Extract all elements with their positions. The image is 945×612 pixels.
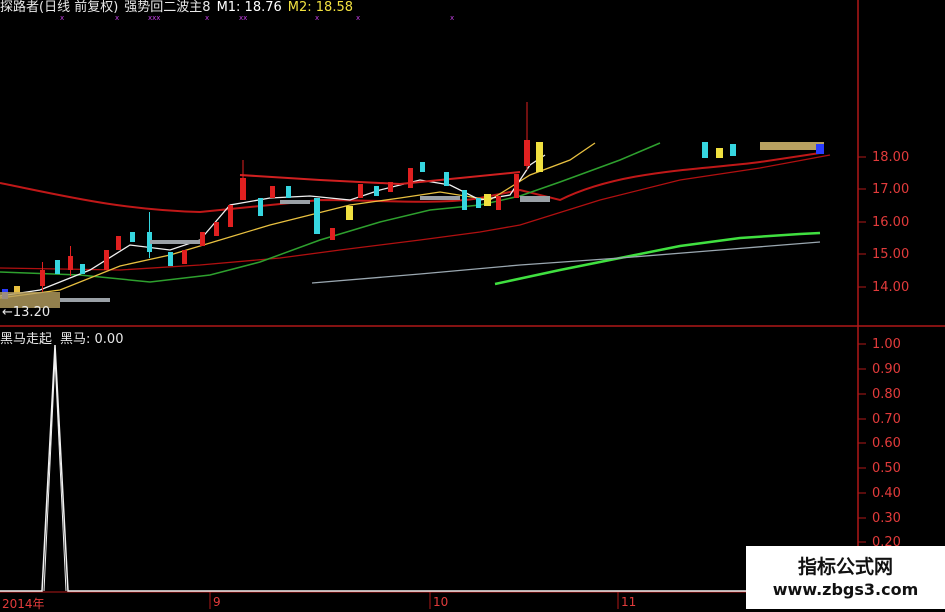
sub-tick-0-80: 0.80 [872, 387, 901, 402]
sub-tick-marks [858, 343, 866, 543]
date-label-2014: 2014年 [2, 597, 45, 611]
sub-tick-1-00: 1.00 [872, 337, 901, 352]
date-label-9: 9 [213, 595, 221, 609]
ma-yellow [0, 142, 596, 299]
sub-tick-0-50: 0.50 [872, 461, 901, 476]
ma-lime [494, 231, 821, 286]
svg-text:x: x [60, 14, 64, 22]
watermark: 指标公式网 www.zbgs3.com [746, 546, 945, 609]
price-tick-16: 16.00 [872, 215, 910, 230]
red-plateau [239, 171, 521, 186]
price-tick-marks [858, 156, 866, 288]
header-markers: x x xxx x xx x xx [60, 14, 454, 22]
sub-tick-0-70: 0.70 [872, 412, 901, 427]
sub-panel-header: 黑马走起 黑马: 0.00 [0, 328, 123, 347]
sub-tick-0-60: 0.60 [872, 436, 901, 451]
watermark-line2: www.zbgs3.com [772, 580, 919, 599]
chart-canvas: x x xxx x xx x xx [0, 0, 945, 609]
sub-tick-0-90: 0.90 [872, 362, 901, 377]
gray-steps [60, 196, 550, 302]
svg-text:x: x [115, 14, 119, 22]
svg-text:x: x [205, 14, 209, 22]
sub-tick-0-30: 0.30 [872, 511, 901, 526]
svg-text:x: x [356, 14, 360, 22]
svg-text:xx: xx [239, 14, 247, 22]
price-tick-15: 15.00 [872, 247, 910, 262]
date-label-10: 10 [433, 595, 449, 609]
date-tick-marks [209, 592, 619, 609]
low-price-marker: ←13.20 [2, 305, 51, 320]
price-tick-18: 18.00 [872, 150, 910, 165]
sub-tick-0-40: 0.40 [872, 486, 901, 501]
svg-text:x: x [450, 14, 454, 22]
sub-panel-title: 黑马走起 [0, 332, 53, 347]
blackhorse-spike [0, 344, 858, 592]
price-tick-14: 14.00 [872, 280, 910, 295]
svg-text:xxx: xxx [148, 14, 160, 22]
watermark-line1: 指标公式网 [797, 556, 893, 578]
price-tick-17: 17.00 [872, 182, 910, 197]
date-label-11: 11 [621, 595, 637, 609]
ma-red-mid [0, 154, 831, 271]
svg-text:x: x [315, 14, 319, 22]
ma-gray [311, 241, 821, 284]
blackhorse-value: 黑马: 0.00 [60, 332, 124, 347]
